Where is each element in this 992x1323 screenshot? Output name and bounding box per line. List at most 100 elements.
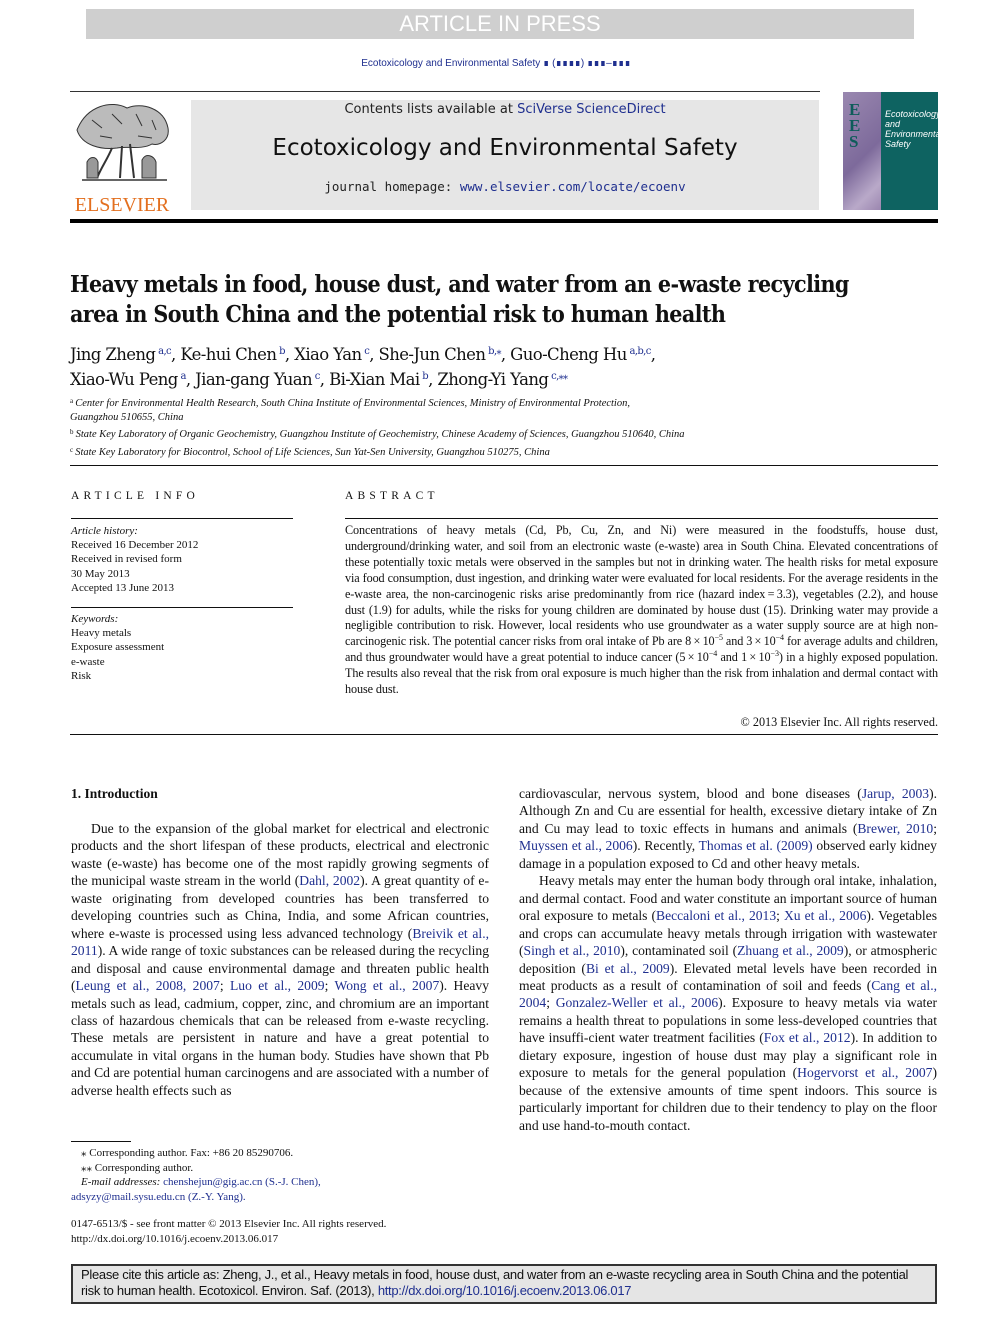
doi-line[interactable]: http://dx.doi.org/10.1016/j.ecoenv.2013.… bbox=[71, 1232, 491, 1247]
author-name[interactable]: Zhong-Yi Yang bbox=[437, 370, 549, 389]
affiliation-ref[interactable]: b bbox=[422, 371, 428, 382]
exponent: −4 bbox=[708, 649, 718, 659]
citation-link[interactable]: Wong et al., 2007 bbox=[334, 978, 439, 993]
citation-link[interactable]: Beccaloni et al., 2013 bbox=[656, 908, 776, 923]
corresponding-author-2: ⁎⁎ Corresponding author. bbox=[81, 1161, 194, 1174]
header-top-rule bbox=[70, 91, 820, 92]
affiliation-key: c bbox=[70, 445, 74, 454]
footnote-rule bbox=[71, 1141, 131, 1142]
journal-cover-thumbnail[interactable]: E E S Ecotoxicology and Environmental Sa… bbox=[843, 92, 938, 210]
citation-link[interactable]: Singh et al., 2010 bbox=[524, 943, 621, 958]
elsevier-tree-icon bbox=[76, 104, 169, 181]
author-name[interactable]: Xiao Yan bbox=[294, 345, 362, 364]
email-link[interactable]: adsyzy@mail.sysu.edu.cn (Z.-Y. Yang). bbox=[71, 1191, 246, 1203]
cover-title-line: Safety bbox=[885, 139, 911, 149]
paragraph-text: ; bbox=[776, 908, 784, 924]
contents-prefix: Contents lists available at bbox=[344, 102, 518, 117]
paragraph-text: ; bbox=[219, 978, 230, 994]
history-item: Accepted 13 June 2013 bbox=[71, 581, 174, 594]
paragraph-text: ), contaminated soil ( bbox=[620, 943, 738, 959]
abstract-segment: Concentrations of heavy metals (Cd, Pb, … bbox=[345, 523, 938, 649]
affiliation-ref[interactable]: b bbox=[279, 346, 285, 357]
abstract-rule bbox=[345, 518, 938, 519]
affiliation-ref[interactable]: b,⁎ bbox=[488, 346, 501, 357]
exponent: −4 bbox=[775, 633, 784, 643]
citation-link[interactable]: Jarup, 2003 bbox=[862, 786, 929, 801]
elsevier-logo: ELSEVIER bbox=[70, 100, 174, 215]
keyword-item: Exposure assessment bbox=[71, 641, 165, 654]
introduction-heading: 1. Introduction bbox=[71, 786, 158, 801]
intro-paragraph-1-cont: cardiovascular, nervous system, blood an… bbox=[519, 785, 937, 872]
article-title-line: area in South China and the potential ri… bbox=[70, 301, 726, 328]
affiliation-a: a Center for Environmental Health Resear… bbox=[70, 394, 930, 411]
affiliation-ref[interactable]: c bbox=[364, 346, 370, 357]
citation-link[interactable]: Dahl, 2002 bbox=[299, 873, 360, 888]
journal-title: Ecotoxicology and Environmental Safety bbox=[272, 135, 738, 161]
citation-box: Please cite this article as: Zheng, J., … bbox=[71, 1264, 937, 1304]
issn-line: 0147-6513/$ - see front matter © 2013 El… bbox=[71, 1218, 387, 1230]
body-column-right: cardiovascular, nervous system, blood an… bbox=[519, 785, 937, 1134]
citation-link[interactable]: Muyssen et al., 2006 bbox=[519, 838, 633, 853]
homepage-prefix: journal homepage: bbox=[324, 179, 460, 194]
author-name[interactable]: Bi-Xian Mai bbox=[329, 370, 420, 389]
abstract-heading: ABSTRACT bbox=[345, 490, 439, 502]
running-head-link[interactable]: Ecotoxicology and Environmental Safety ∎… bbox=[0, 58, 992, 69]
paragraph-text: ). Heavy metals such as lead, cadmium, c… bbox=[71, 978, 490, 1098]
citation-link[interactable]: Thomas et al. (2009) bbox=[699, 838, 813, 853]
header-bottom-rule bbox=[70, 219, 938, 223]
author-name[interactable]: Ke-hui Chen bbox=[180, 345, 277, 364]
cover-ees-letters: E E S bbox=[849, 101, 860, 150]
abstract-text: Concentrations of heavy metals (Cd, Pb, … bbox=[345, 523, 938, 698]
affiliation-ref[interactable]: a bbox=[180, 371, 186, 382]
footnotes: ⁎ Corresponding author. Fax: +86 20 8529… bbox=[71, 1146, 491, 1204]
keyword-item: Heavy metals bbox=[71, 627, 132, 640]
keywords: Keywords: Heavy metals Exposure assessme… bbox=[71, 612, 164, 683]
author-name[interactable]: Guo-Cheng Hu bbox=[510, 345, 627, 364]
email-label: E-mail addresses: bbox=[81, 1176, 164, 1188]
journal-homepage: journal homepage: www.elsevier.com/locat… bbox=[191, 179, 819, 194]
cover-title-line: Environmental bbox=[885, 129, 938, 139]
affiliation-ref[interactable]: a,c bbox=[158, 346, 172, 357]
abstract-copyright: © 2013 Elsevier Inc. All rights reserved… bbox=[740, 715, 938, 729]
affiliation-ref[interactable]: c bbox=[315, 371, 321, 382]
affiliation-text: State Key Laboratory of Organic Geochemi… bbox=[75, 429, 685, 441]
keywords-rule bbox=[71, 607, 293, 608]
citation-link[interactable]: Fox et al., 2012 bbox=[764, 1030, 851, 1045]
exponent: −3 bbox=[770, 649, 779, 659]
sciencedirect-link[interactable]: SciVerse ScienceDirect bbox=[517, 102, 665, 117]
author-name[interactable]: Xiao-Wu Peng bbox=[70, 370, 178, 389]
author-name[interactable]: Jing Zheng bbox=[70, 345, 156, 364]
paragraph-text: ). Recently, bbox=[632, 838, 699, 854]
author-name[interactable]: Jian-gang Yuan bbox=[195, 370, 313, 389]
title-block-rule bbox=[70, 465, 938, 466]
citation-link[interactable]: Bi et al., 2009 bbox=[586, 961, 670, 976]
article-history: Article history: Received 16 December 20… bbox=[71, 524, 198, 595]
author-name[interactable]: She-Jun Chen bbox=[379, 345, 486, 364]
citation-link[interactable]: Leung et al., 2008, 2007 bbox=[76, 978, 220, 993]
affiliation-key: a bbox=[70, 397, 74, 405]
intro-paragraph-1: Due to the expansion of the global marke… bbox=[71, 820, 489, 1099]
citation-link[interactable]: Luo et al., 2009 bbox=[230, 978, 325, 993]
paragraph-text: ; bbox=[933, 820, 937, 836]
affiliations: a Center for Environmental Health Resear… bbox=[70, 394, 930, 460]
history-item: Received in revised form bbox=[71, 553, 182, 566]
affiliation-ref[interactable]: a,b,c bbox=[629, 346, 651, 357]
affiliation-ref[interactable]: c,⁎⁎ bbox=[551, 371, 568, 382]
abstract-segment: and 1 × 10 bbox=[717, 650, 771, 665]
homepage-link[interactable]: www.elsevier.com/locate/ecoenv bbox=[460, 179, 686, 194]
keyword-item: e-waste bbox=[71, 655, 105, 668]
citation-link[interactable]: Brewer, 2010 bbox=[857, 821, 933, 836]
citation-link[interactable]: Zhuang et al., 2009 bbox=[737, 943, 844, 958]
body-column-left: Due to the expansion of the global marke… bbox=[71, 820, 489, 1099]
front-matter: 0147-6513/$ - see front matter © 2013 El… bbox=[71, 1217, 491, 1246]
exponent: −5 bbox=[714, 633, 723, 643]
citation-link[interactable]: Hogervorst et al., 2007 bbox=[797, 1065, 932, 1080]
paragraph-text: ; bbox=[546, 995, 556, 1011]
affiliation-key: b bbox=[70, 428, 74, 437]
cover-title: Ecotoxicology and Environmental Safety bbox=[885, 109, 938, 149]
citation-link[interactable]: Gonzalez-Weller et al., 2006 bbox=[556, 995, 718, 1010]
citation-doi-link[interactable]: http://dx.doi.org/10.1016/j.ecoenv.2013.… bbox=[378, 1283, 632, 1298]
email-link[interactable]: chenshejun@gig.ac.cn (S.-J. Chen), bbox=[163, 1176, 321, 1188]
keyword-item: Risk bbox=[71, 669, 92, 682]
citation-link[interactable]: Xu et al., 2006 bbox=[784, 908, 866, 923]
